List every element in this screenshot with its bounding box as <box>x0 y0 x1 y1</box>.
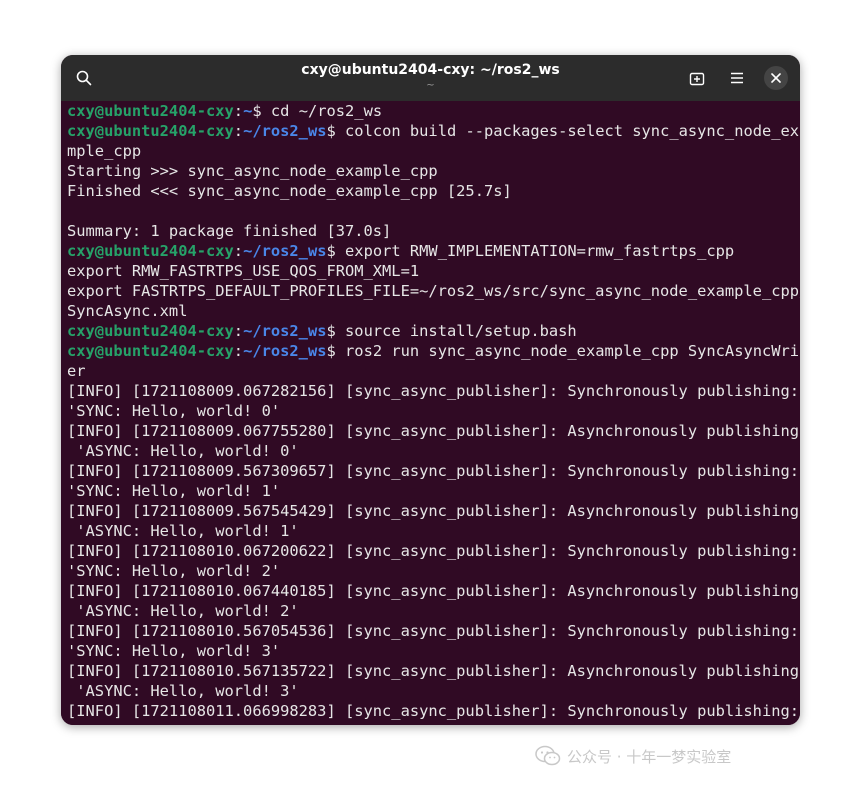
prompt-path: ~/ros2_ws <box>243 322 327 340</box>
prompt-line: cxy@ubuntu2404-cxy:~/ros2_ws$ ros2 run s… <box>67 341 800 361</box>
hamburger-menu-icon <box>731 72 743 84</box>
prompt-user-host: cxy@ubuntu2404-cxy <box>67 122 234 140</box>
prompt-path: ~/ros2_ws <box>243 242 327 260</box>
log-line: 'ASYNC: Hello, world! 2' <box>67 602 299 620</box>
prompt-user-host: cxy@ubuntu2404-cxy <box>67 322 234 340</box>
prompt-dollar: $ <box>326 242 336 260</box>
prompt-separator: : <box>233 122 244 140</box>
log-line: 'ASYNC: Hello, world! 0' <box>67 442 299 460</box>
log-line: [INFO] [1721108009.067282156] [sync_asyn… <box>67 382 800 400</box>
prompt-separator: : <box>233 242 244 260</box>
log-line: 'ASYNC: Hello, world! 1' <box>67 522 299 540</box>
log-line: [INFO] [1721108010.067440185] [sync_asyn… <box>67 582 800 600</box>
new-tab-icon <box>689 72 705 86</box>
prompt-command: source install/setup.bash <box>335 322 577 340</box>
prompt-separator: : <box>233 322 244 340</box>
prompt-dollar: $ <box>252 102 262 120</box>
output-line: Finished <<< sync_async_node_example_cpp… <box>67 182 512 200</box>
prompt-path: ~/ros2_ws <box>243 122 327 140</box>
output-line: er <box>67 362 86 380</box>
prompt-command: export RMW_IMPLEMENTATION=rmw_fastrtps_c… <box>335 242 735 260</box>
prompt-line: cxy@ubuntu2404-cxy:~/ros2_ws$ colcon bui… <box>67 121 800 141</box>
prompt-path: ~/ros2_ws <box>243 342 327 360</box>
prompt-user-host: cxy@ubuntu2404-cxy <box>67 102 234 120</box>
prompt-line: cxy@ubuntu2404-cxy:~/ros2_ws$ source ins… <box>67 321 800 341</box>
wechat-icon <box>535 745 561 766</box>
output-line: export FASTRTPS_DEFAULT_PROFILES_FILE=~/… <box>67 282 800 300</box>
prompt-line: cxy@ubuntu2404-cxy:~$ cd ~/ros2_ws <box>67 101 800 121</box>
prompt-separator: : <box>233 342 244 360</box>
prompt-user-host: cxy@ubuntu2404-cxy <box>67 242 234 260</box>
menu-button[interactable] <box>723 64 751 92</box>
log-line: [INFO] [1721108011.066998283] [sync_asyn… <box>67 702 800 720</box>
log-line: [INFO] [1721108009.067755280] [sync_asyn… <box>67 422 800 440</box>
log-line: [INFO] [1721108010.567135722] [sync_asyn… <box>67 662 800 680</box>
log-line: 'ASYNC: Hello, world! 3' <box>67 682 299 700</box>
terminal-window: cxy@ubuntu2404-cxy: ~/ros2_ws ~ cxy@ubun… <box>61 55 800 725</box>
prompt-dollar: $ <box>326 122 336 140</box>
output-line: SyncAsync.xml <box>67 302 188 320</box>
log-line: [INFO] [1721108009.567545429] [sync_asyn… <box>67 502 800 520</box>
prompt-command: cd ~/ros2_ws <box>261 102 383 120</box>
title-bar[interactable]: cxy@ubuntu2404-cxy: ~/ros2_ws ~ <box>61 55 800 101</box>
log-line: 'SYNC: Hello, world! 3' <box>67 642 281 660</box>
prompt-separator: : <box>233 102 244 120</box>
log-line: [INFO] [1721108010.567054536] [sync_asyn… <box>67 622 800 640</box>
watermark-text: 公众号 · 十年一梦实验室 <box>567 747 732 766</box>
output-line: Summary: 1 package finished [37.0s] <box>67 222 392 240</box>
prompt-user-host: cxy@ubuntu2404-cxy <box>67 342 234 360</box>
output-line: mple_cpp <box>67 142 142 160</box>
prompt-command: colcon build --packages-select sync_asyn… <box>335 122 800 140</box>
log-line: [INFO] [1721108009.567309657] [sync_asyn… <box>67 462 800 480</box>
log-line: [INFO] [1721108010.067200622] [sync_asyn… <box>67 542 800 560</box>
watermark: 公众号 · 十年一梦实验室 <box>535 745 731 767</box>
prompt-path: ~ <box>243 102 253 120</box>
prompt-line: cxy@ubuntu2404-cxy:~/ros2_ws$ export RMW… <box>67 241 800 261</box>
terminal-output[interactable]: cxy@ubuntu2404-cxy:~$ cd ~/ros2_ws cxy@u… <box>61 101 800 725</box>
close-button[interactable] <box>764 66 788 90</box>
prompt-command: ros2 run sync_async_node_example_cpp Syn… <box>335 342 800 360</box>
new-tab-button[interactable] <box>683 64 711 92</box>
output-line: Starting >>> sync_async_node_example_cpp <box>67 162 438 180</box>
log-line: 'SYNC: Hello, world! 1' <box>67 482 281 500</box>
log-line: 'SYNC: Hello, world! 0' <box>67 402 281 420</box>
prompt-dollar: $ <box>326 342 336 360</box>
log-line: 'SYNC: Hello, world! 2' <box>67 562 281 580</box>
prompt-dollar: $ <box>326 322 336 340</box>
output-line: export RMW_FASTRTPS_USE_QOS_FROM_XML=1 <box>67 262 420 280</box>
close-icon <box>771 73 781 83</box>
